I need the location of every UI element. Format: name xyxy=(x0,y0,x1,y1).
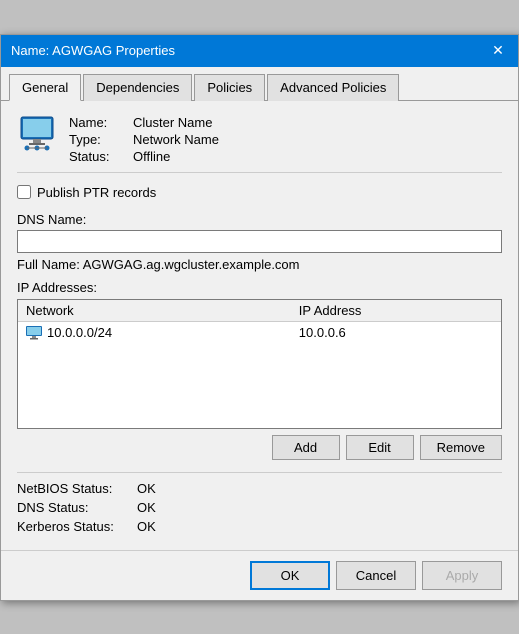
properties-dialog: Name: AGWGAG Properties ✕ General Depend… xyxy=(0,34,519,601)
type-label: Type: xyxy=(69,132,129,147)
ip-button-row: Add Edit Remove xyxy=(17,435,502,460)
tab-policies[interactable]: Policies xyxy=(194,74,265,101)
publish-ptr-checkbox[interactable] xyxy=(17,185,31,199)
ip-table: Network IP Address 10.0.0.0/2410.0.0.6 xyxy=(18,300,501,344)
publish-ptr-label[interactable]: Publish PTR records xyxy=(37,185,156,200)
tab-bar: General Dependencies Policies Advanced P… xyxy=(1,67,518,101)
status-label: Status: xyxy=(69,149,129,164)
status-value: OK xyxy=(137,500,502,515)
status-key: Kerberos Status: xyxy=(17,519,137,534)
type-value: Network Name xyxy=(133,132,219,147)
tab-content: Name: Cluster Name Type: Network Name St… xyxy=(1,101,518,550)
col-network: Network xyxy=(18,300,291,322)
tab-advanced-policies[interactable]: Advanced Policies xyxy=(267,74,399,101)
ip-addresses-section: IP Addresses: Network IP Address 10.0.0.… xyxy=(17,280,502,460)
edit-button[interactable]: Edit xyxy=(346,435,414,460)
cancel-button[interactable]: Cancel xyxy=(336,561,416,590)
full-name-text: Full Name: AGWGAG.ag.wgcluster.example.c… xyxy=(17,257,502,272)
tab-general[interactable]: General xyxy=(9,74,81,101)
status-key: NetBIOS Status: xyxy=(17,481,137,496)
ip-section-label: IP Addresses: xyxy=(17,280,502,295)
publish-ptr-row: Publish PTR records xyxy=(17,185,502,200)
cell-ip: 10.0.0.6 xyxy=(291,321,501,343)
name-value: Cluster Name xyxy=(133,115,219,130)
dialog-title: Name: AGWGAG Properties xyxy=(11,43,175,58)
status-key: DNS Status: xyxy=(17,500,137,515)
info-section: Name: Cluster Name Type: Network Name St… xyxy=(17,113,502,173)
remove-button[interactable]: Remove xyxy=(420,435,502,460)
status-value: Offline xyxy=(133,149,219,164)
apply-button[interactable]: Apply xyxy=(422,561,502,590)
status-value: OK xyxy=(137,481,502,496)
status-value: OK xyxy=(137,519,502,534)
ip-table-wrapper: Network IP Address 10.0.0.0/2410.0.0.6 xyxy=(17,299,502,429)
name-label: Name: xyxy=(69,115,129,130)
status-section: NetBIOS Status:OKDNS Status:OKKerberos S… xyxy=(17,472,502,538)
bottom-bar: OK Cancel Apply xyxy=(1,550,518,600)
dns-name-section: DNS Name: AGWGAG xyxy=(17,212,502,257)
cell-network: 10.0.0.0/24 xyxy=(18,321,291,343)
title-bar: Name: AGWGAG Properties ✕ xyxy=(1,35,518,67)
ok-button[interactable]: OK xyxy=(250,561,330,590)
tab-dependencies[interactable]: Dependencies xyxy=(83,74,192,101)
info-rows: Name: Cluster Name Type: Network Name St… xyxy=(69,113,219,164)
dns-name-input[interactable]: AGWGAG xyxy=(17,230,502,253)
add-button[interactable]: Add xyxy=(272,435,340,460)
dns-name-label: DNS Name: xyxy=(17,212,502,227)
table-row[interactable]: 10.0.0.0/2410.0.0.6 xyxy=(18,321,501,343)
resource-icon xyxy=(17,113,57,153)
close-button[interactable]: ✕ xyxy=(488,41,508,61)
col-ip-address: IP Address xyxy=(291,300,501,322)
